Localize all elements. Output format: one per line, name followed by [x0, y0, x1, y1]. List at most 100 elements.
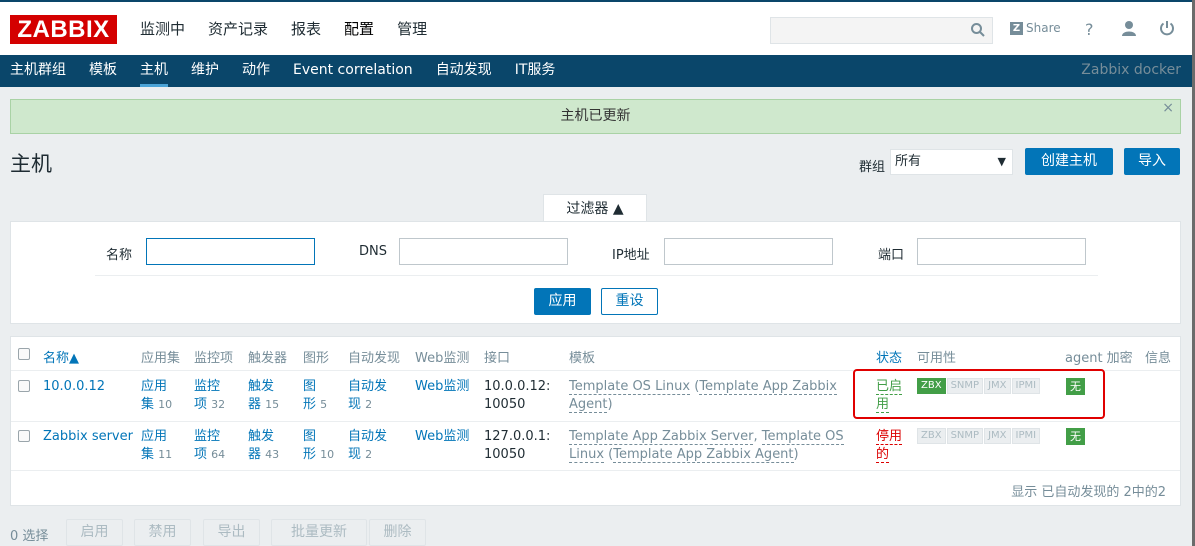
- applications-link[interactable]: 应用集 11: [141, 428, 172, 464]
- disable-button[interactable]: 禁用: [134, 519, 191, 546]
- subnav-event-correlation[interactable]: Event correlation: [293, 55, 413, 85]
- row-divider: [11, 470, 1180, 471]
- ipmi-badge: IPMI: [1011, 428, 1041, 444]
- delete-button[interactable]: 删除: [369, 519, 426, 546]
- col-name-header[interactable]: 名称▲: [43, 347, 79, 366]
- col-graphs-header: 图形: [303, 351, 330, 366]
- template-link[interactable]: Template OS: [761, 429, 844, 445]
- logout-icon[interactable]: [1159, 20, 1175, 36]
- col-status-header[interactable]: 状态: [876, 347, 902, 366]
- nav-inventory[interactable]: 资产记录: [208, 2, 268, 55]
- import-button[interactable]: 导入: [1124, 148, 1180, 175]
- server-name: Zabbix docker: [1081, 62, 1181, 78]
- col-web-header: Web监测: [415, 351, 470, 366]
- sub-nav: 主机群组 模板 主机 维护 动作 Event correlation 自动发现 …: [10, 55, 578, 87]
- filter-name-label: 名称: [106, 248, 133, 263]
- templates-cell: Template OS Linux (Template App Zabbix Ag…: [569, 379, 837, 413]
- templates-cell: Template App Zabbix Server, Template OS L…: [569, 429, 844, 463]
- filter-toggle-tab[interactable]: 过滤器 ▲: [543, 194, 647, 222]
- filter-ip-input[interactable]: [664, 238, 833, 265]
- filter-ip-label: IP地址: [612, 248, 650, 263]
- nav-administration[interactable]: 管理: [397, 2, 427, 55]
- group-filter-label: 群组: [859, 160, 886, 175]
- items-link[interactable]: 监控项 32: [194, 378, 225, 414]
- enable-button[interactable]: 启用: [66, 519, 123, 546]
- subnav-host-groups[interactable]: 主机群组: [10, 55, 66, 85]
- subnav-hosts[interactable]: 主机: [140, 55, 168, 87]
- status-disabled-toggle[interactable]: 停用的: [876, 428, 903, 464]
- filter-name-input[interactable]: [146, 238, 315, 265]
- host-name-link[interactable]: Zabbix server: [43, 428, 133, 446]
- graphs-link[interactable]: 图形 5: [303, 378, 327, 414]
- subnav-actions[interactable]: 动作: [242, 55, 270, 85]
- subnav-templates[interactable]: 模板: [89, 55, 117, 85]
- template-link[interactable]: Template OS Linux: [569, 379, 691, 395]
- nav-configuration[interactable]: 配置: [344, 2, 374, 55]
- filter-panel: 名称 DNS IP地址 端口 应用 重设: [10, 221, 1181, 324]
- search-input[interactable]: [770, 17, 993, 44]
- dropdown-arrow-icon: ▼: [997, 155, 1006, 168]
- bulk-actions-bar: 0 选择 启用 禁用 导出 批量更新 删除: [10, 519, 1190, 546]
- sub-nav-bar: 主机群组 模板 主机 维护 动作 Event correlation 自动发现 …: [0, 55, 1195, 87]
- row-checkbox[interactable]: [18, 380, 30, 392]
- filter-port-input[interactable]: [917, 238, 1086, 265]
- filter-divider: [95, 275, 1098, 276]
- nav-monitoring[interactable]: 监测中: [140, 2, 185, 55]
- template-link[interactable]: Template App Zabbix: [699, 379, 837, 395]
- close-icon[interactable]: ×: [1162, 92, 1174, 125]
- user-profile-icon[interactable]: [1121, 20, 1137, 36]
- col-items-header: 监控项: [194, 351, 234, 366]
- search-icon[interactable]: [970, 22, 986, 38]
- discovery-link[interactable]: 自动发现 2: [348, 378, 387, 414]
- mass-update-button[interactable]: 批量更新: [271, 519, 367, 546]
- row-divider: [11, 421, 1180, 422]
- group-select[interactable]: 所有 ▼: [890, 149, 1013, 175]
- web-monitoring-link[interactable]: Web监测: [415, 378, 469, 396]
- items-link[interactable]: 监控项 64: [194, 428, 225, 464]
- select-all-checkbox[interactable]: [18, 348, 30, 360]
- apply-button[interactable]: 应用: [534, 288, 591, 315]
- subnav-maintenance[interactable]: 维护: [191, 55, 219, 85]
- zbx-badge: ZBX: [917, 428, 946, 444]
- help-icon[interactable]: ?: [1085, 20, 1094, 39]
- template-link[interactable]: Template App Zabbix Agent: [613, 447, 794, 463]
- col-templates-header: 模板: [569, 351, 596, 366]
- host-name-link[interactable]: 10.0.0.12: [43, 378, 105, 396]
- success-message-text: 主机已更新: [560, 108, 631, 124]
- nav-reports[interactable]: 报表: [291, 2, 321, 55]
- selected-count: 0 选择: [10, 529, 49, 544]
- highlight-annotation-box: [853, 369, 1105, 419]
- template-link[interactable]: Linux: [569, 447, 605, 463]
- page-title: 主机: [10, 152, 52, 176]
- template-link[interactable]: Agent: [569, 397, 608, 413]
- col-triggers-header: 触发器: [248, 351, 288, 366]
- applications-link[interactable]: 应用集 10: [141, 378, 172, 414]
- row-checkbox[interactable]: [18, 430, 30, 442]
- filter-port-label: 端口: [878, 248, 905, 263]
- snmp-badge: SNMP: [946, 428, 984, 444]
- web-monitoring-link[interactable]: Web监测: [415, 428, 469, 446]
- col-applications-header: 应用集: [141, 351, 181, 366]
- share-link[interactable]: Z Share: [1010, 21, 1061, 35]
- graphs-link[interactable]: 图形 10: [303, 428, 334, 464]
- table-footer-count: 显示 已自动发现的 2中的2: [1011, 485, 1166, 500]
- col-availability-header: 可用性: [917, 351, 957, 366]
- share-label: Share: [1026, 21, 1061, 35]
- availability-badges: ZBX SNMP JMX IPMI: [917, 428, 1041, 444]
- template-link[interactable]: Template App Zabbix Server: [569, 429, 754, 445]
- reset-button[interactable]: 重设: [601, 288, 658, 315]
- discovery-link[interactable]: 自动发现 2: [348, 428, 387, 464]
- subnav-discovery[interactable]: 自动发现: [436, 55, 492, 85]
- zabbix-logo[interactable]: ZABBIX: [10, 15, 117, 44]
- encryption-badge: 无: [1066, 428, 1085, 445]
- interface-cell: 10.0.0.12: 10050: [484, 379, 551, 412]
- triggers-link[interactable]: 触发器 43: [248, 428, 279, 464]
- interface-cell: 127.0.0.1: 10050: [484, 429, 551, 462]
- export-button[interactable]: 导出: [203, 519, 260, 546]
- triggers-link[interactable]: 触发器 15: [248, 378, 279, 414]
- filter-dns-input[interactable]: [399, 238, 568, 265]
- create-host-button[interactable]: 创建主机: [1025, 148, 1113, 175]
- col-discovery-header: 自动发现: [348, 351, 401, 366]
- zabbix-share-icon: Z: [1010, 21, 1023, 35]
- subnav-it-services[interactable]: IT服务: [515, 55, 556, 85]
